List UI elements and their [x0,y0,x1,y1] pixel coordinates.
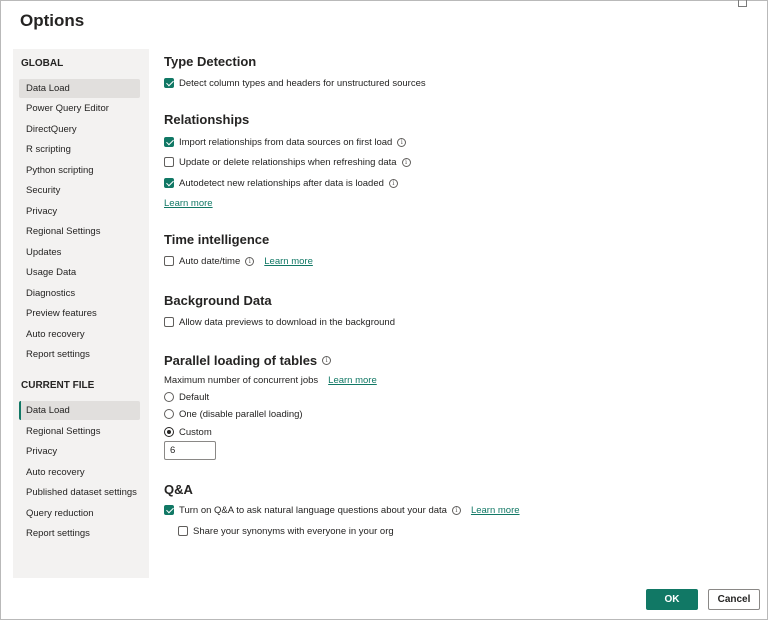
info-icon[interactable]: i [322,355,332,365]
update-relationships-checkbox[interactable] [164,157,174,167]
cancel-button[interactable]: Cancel [708,589,760,610]
autodetect-relationships-label: Autodetect new relationships after data … [179,177,384,189]
info-icon[interactable]: i [245,256,255,266]
radio-one-label: One (disable parallel loading) [179,408,303,420]
max-concurrent-jobs-row: Maximum number of concurrent jobs Learn … [164,373,377,387]
detect-column-types-option[interactable]: Detect column types and headers for unst… [164,76,426,90]
autodetect-relationships-option[interactable]: Autodetect new relationships after data … [164,176,398,190]
sidebar-item-file-auto-recovery[interactable]: Auto recovery [19,463,140,482]
parallel-loading-learn-more-link[interactable]: Learn more [328,375,377,386]
sidebar-item-data-load[interactable]: Data Load [19,79,140,98]
share-synonyms-checkbox[interactable] [178,526,188,536]
sidebar-item-auto-recovery[interactable]: Auto recovery [19,325,140,344]
info-icon[interactable]: i [451,505,461,515]
section-title-parallel-loading: Parallel loading of tables [164,352,318,368]
update-relationships-option[interactable]: Update or delete relationships when refr… [164,155,411,169]
sidebar-item-python-scripting[interactable]: Python scripting [19,161,140,180]
radio-option-one[interactable]: One (disable parallel loading) [164,407,303,421]
section-title-time-intelligence: Time intelligence [164,232,270,247]
share-synonyms-option[interactable]: Share your synonyms with everyone in you… [178,524,394,538]
detect-column-types-checkbox[interactable] [164,78,174,88]
auto-date-time-option[interactable]: Auto date/time i Learn more [164,254,313,268]
ok-button[interactable]: OK [646,589,698,610]
import-relationships-label: Import relationships from data sources o… [179,136,393,148]
radio-custom[interactable] [164,427,174,437]
sidebar-item-file-published-dataset-settings[interactable]: Published dataset settings [19,483,140,502]
detect-column-types-label: Detect column types and headers for unst… [179,77,426,89]
time-intelligence-learn-more-link[interactable]: Learn more [264,256,313,267]
allow-previews-checkbox[interactable] [164,317,174,327]
allow-previews-option[interactable]: Allow data previews to download in the b… [164,315,395,329]
radio-default[interactable] [164,392,174,402]
info-icon[interactable]: i [397,137,407,147]
parallel-loading-title-row: Parallel loading of tables i [164,352,332,368]
sidebar-item-security[interactable]: Security [19,181,140,200]
auto-date-time-checkbox[interactable] [164,256,174,266]
info-icon[interactable]: i [401,157,411,167]
section-title-relationships: Relationships [164,112,250,127]
radio-default-label: Default [179,391,210,403]
radio-one[interactable] [164,409,174,419]
autodetect-relationships-checkbox[interactable] [164,178,174,188]
qna-turn-on-option[interactable]: Turn on Q&A to ask natural language ques… [164,503,520,517]
max-concurrent-jobs-label: Maximum number of concurrent jobs [164,374,319,386]
options-dialog: Options GLOBAL Data Load Power Query Edi… [0,0,768,620]
sidebar-item-regional-settings[interactable]: Regional Settings [19,222,140,241]
allow-previews-label: Allow data previews to download in the b… [179,316,395,328]
section-title-type-detection: Type Detection [164,54,257,69]
dialog-title: Options [20,11,85,30]
radio-option-default[interactable]: Default [164,390,209,404]
update-relationships-label: Update or delete relationships when refr… [179,156,397,168]
sidebar-item-directquery[interactable]: DirectQuery [19,120,140,139]
sidebar-item-usage-data[interactable]: Usage Data [19,263,140,282]
radio-custom-label: Custom [179,426,212,438]
sidebar-heading-current-file: CURRENT FILE [21,380,95,391]
qna-turn-on-label: Turn on Q&A to ask natural language ques… [179,504,447,516]
import-relationships-option[interactable]: Import relationships from data sources o… [164,135,407,149]
qna-learn-more-link[interactable]: Learn more [471,505,520,516]
relationships-learn-more-link[interactable]: Learn more [164,198,213,209]
sidebar-heading-global: GLOBAL [21,58,64,69]
qna-turn-on-checkbox[interactable] [164,505,174,515]
info-icon[interactable]: i [388,178,398,188]
radio-option-custom[interactable]: Custom [164,425,212,439]
import-relationships-checkbox[interactable] [164,137,174,147]
section-title-qna: Q&A [164,482,193,497]
sidebar-item-diagnostics[interactable]: Diagnostics [19,284,140,303]
sidebar-item-file-regional-settings[interactable]: Regional Settings [19,422,140,441]
custom-jobs-input[interactable] [164,441,216,460]
sidebar-item-preview-features[interactable]: Preview features [19,304,140,323]
auto-date-time-label: Auto date/time [179,255,241,267]
sidebar-item-file-query-reduction[interactable]: Query reduction [19,504,140,523]
relationships-learn-more-row: Learn more [164,196,213,210]
sidebar-item-report-settings[interactable]: Report settings [19,345,140,364]
sidebar-item-updates[interactable]: Updates [19,243,140,262]
sidebar-item-privacy[interactable]: Privacy [19,202,140,221]
sidebar-item-file-report-settings[interactable]: Report settings [19,524,140,543]
section-title-background-data: Background Data [164,293,272,308]
sidebar-item-r-scripting[interactable]: R scripting [19,140,140,159]
sidebar-item-file-data-load[interactable]: Data Load [19,401,140,420]
sidebar-item-power-query-editor[interactable]: Power Query Editor [19,99,140,118]
settings-content: Type Detection Detect column types and h… [164,1,754,581]
sidebar: GLOBAL Data Load Power Query Editor Dire… [13,49,149,578]
sidebar-item-file-privacy[interactable]: Privacy [19,442,140,461]
share-synonyms-label: Share your synonyms with everyone in you… [193,525,394,537]
